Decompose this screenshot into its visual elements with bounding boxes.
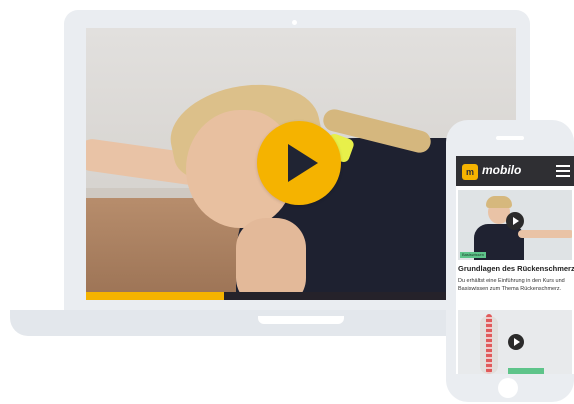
course-tag-badge: Basiswissen <box>460 252 487 258</box>
course-card-2-thumbnail[interactable] <box>458 310 572 374</box>
app-header: m mobilo <box>456 156 574 186</box>
video-progress-fill <box>86 292 224 300</box>
phone-home-button[interactable] <box>498 378 518 398</box>
course-card-title[interactable]: Grundlagen des Rückenschmerz <box>458 264 574 273</box>
app-logo-text[interactable]: mobilo <box>482 163 521 177</box>
spine-illustration <box>486 314 492 374</box>
video-person-forearm <box>236 218 306 300</box>
phone-screen: m mobilo Basiswissen Grundlagen des Rück… <box>456 156 574 374</box>
thumbnail-play-icon[interactable] <box>506 212 524 230</box>
thumb-person-arm <box>518 230 572 238</box>
course-card-thumbnail[interactable]: Basiswissen <box>458 190 572 260</box>
course-card-description: Du erhältst eine Einführung in den Kurs … <box>458 278 565 292</box>
phone-speaker <box>496 136 524 140</box>
play-icon <box>288 144 318 182</box>
course-2-tag-badge <box>508 368 544 374</box>
laptop-notch <box>258 316 344 324</box>
laptop-camera <box>292 20 297 25</box>
thumb-person-hair <box>486 196 512 208</box>
phone-frame: m mobilo Basiswissen Grundlagen des Rück… <box>446 120 574 402</box>
logo-icon: m <box>462 164 478 180</box>
hamburger-menu-icon[interactable] <box>556 165 570 177</box>
play-button[interactable] <box>257 121 341 205</box>
thumbnail-2-play-icon[interactable] <box>508 334 524 350</box>
